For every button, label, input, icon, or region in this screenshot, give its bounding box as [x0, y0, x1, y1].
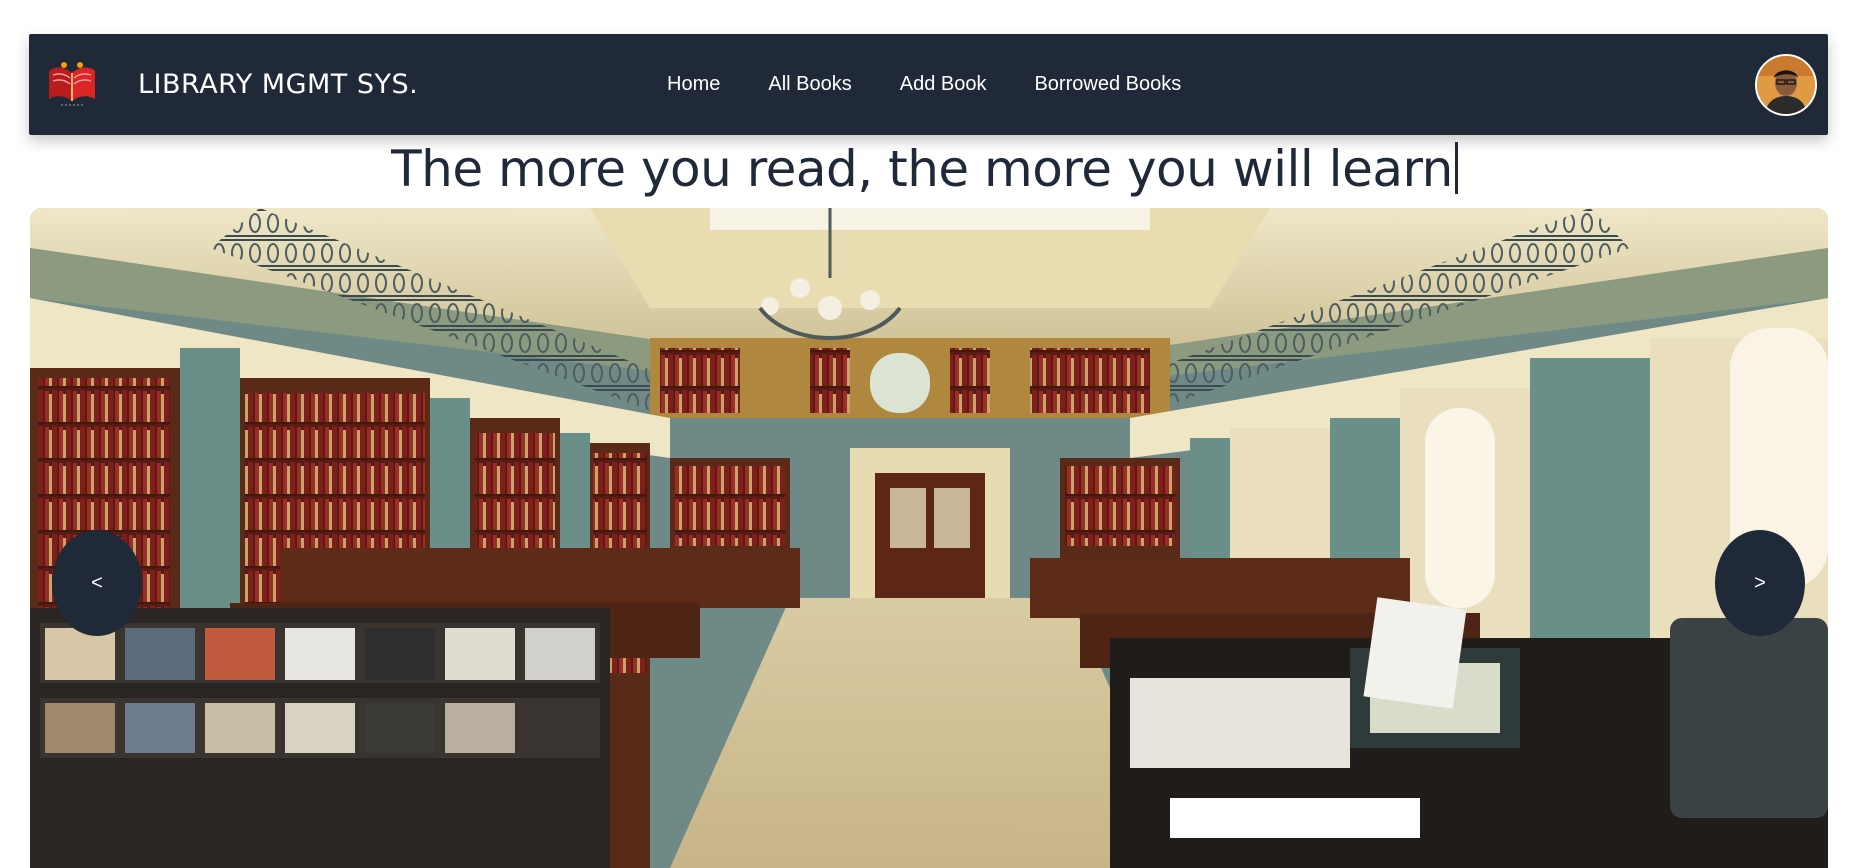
- nav-add-book[interactable]: Add Book: [900, 73, 987, 96]
- nav-home[interactable]: Home: [667, 73, 720, 96]
- tagline-text: The more you read, the more you will lea…: [391, 140, 1453, 198]
- library-interior-image: [30, 208, 1828, 868]
- typing-cursor: [1454, 142, 1458, 194]
- main-nav: Home All Books Add Book Borrowed Books: [667, 34, 1229, 135]
- book-logo-icon[interactable]: [45, 59, 99, 109]
- nav-borrowed-books[interactable]: Borrowed Books: [1034, 73, 1181, 96]
- tagline-heading: The more you read, the more you will lea…: [0, 140, 1849, 198]
- carousel-next-button[interactable]: >: [1715, 530, 1805, 636]
- user-avatar[interactable]: [1755, 54, 1817, 116]
- brand-title[interactable]: LIBRARY MGMT SYS.: [138, 34, 418, 135]
- avatar-image: [1757, 56, 1815, 114]
- hero-carousel: [30, 208, 1828, 868]
- carousel-prev-button[interactable]: <: [52, 530, 142, 636]
- nav-all-books[interactable]: All Books: [768, 73, 851, 96]
- navbar: LIBRARY MGMT SYS. Home All Books Add Boo…: [29, 34, 1828, 135]
